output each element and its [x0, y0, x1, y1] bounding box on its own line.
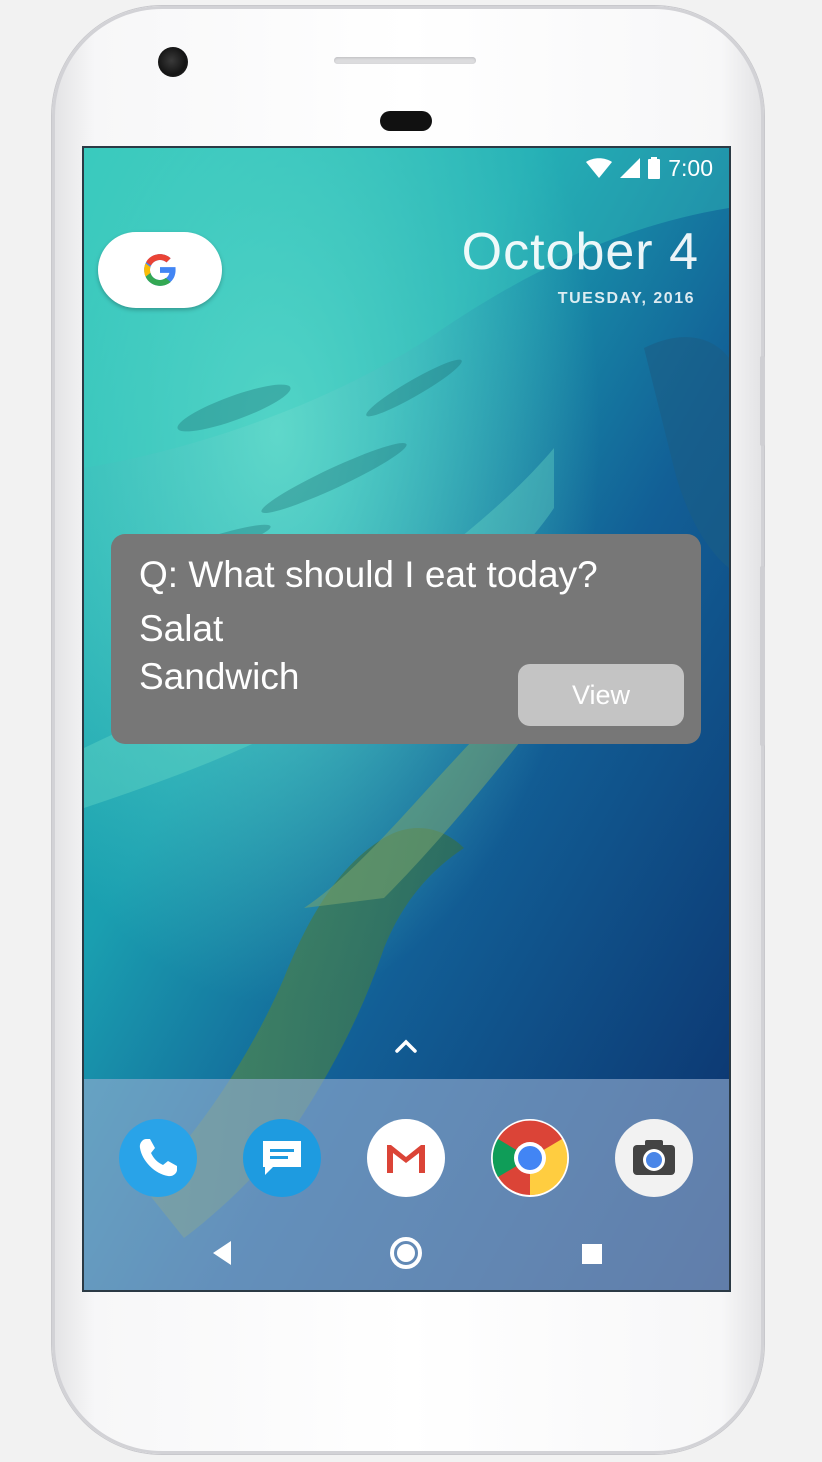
chrome-app-icon[interactable]	[491, 1119, 569, 1197]
gmail-app-icon[interactable]	[367, 1119, 445, 1197]
speaker-grill	[334, 57, 476, 64]
camera-app-icon[interactable]	[615, 1119, 693, 1197]
notification-card: Q: What should I eat today? Salat Sandwi…	[111, 534, 701, 744]
back-button[interactable]	[209, 1239, 235, 1272]
front-camera	[158, 47, 188, 77]
phone-app-icon[interactable]	[119, 1119, 197, 1197]
weekday-year: TUESDAY, 2016	[557, 290, 695, 307]
notification-option: Salat	[139, 608, 224, 649]
recents-button[interactable]	[580, 1242, 604, 1271]
status-time: 7:00	[668, 154, 713, 181]
app-drawer-chevron-icon[interactable]	[394, 1038, 418, 1059]
wifi-icon	[586, 158, 613, 178]
view-button[interactable]: View	[518, 664, 684, 726]
notification-question: Q: What should I eat today?	[139, 554, 598, 595]
power-button	[760, 356, 765, 446]
earpiece	[380, 111, 432, 131]
messages-app-icon[interactable]	[243, 1119, 321, 1197]
app-dock	[84, 1079, 729, 1290]
notification-option: Sandwich	[139, 656, 300, 697]
status-bar: 7:00	[586, 154, 713, 182]
battery-icon	[648, 157, 661, 179]
google-g-icon	[144, 254, 177, 286]
date-widget[interactable]: October 4	[462, 222, 699, 282]
cellular-signal-icon	[620, 158, 641, 178]
home-button[interactable]	[388, 1235, 424, 1276]
google-search-button[interactable]	[98, 232, 222, 308]
volume-button	[760, 566, 765, 746]
